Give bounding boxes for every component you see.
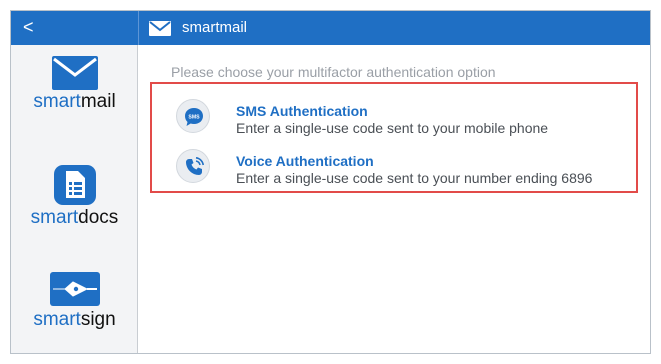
document-icon xyxy=(53,165,96,205)
sidebar-item-smartdocs[interactable]: smartdocs xyxy=(11,161,138,229)
sidebar: < smartmail smartdocs smartsign xyxy=(11,11,138,353)
sidebar-header: < xyxy=(11,11,138,45)
auth-options-highlight: SMS SMS Authentication Enter a single-us… xyxy=(150,82,638,193)
sidebar-item-label: smartmail xyxy=(33,91,116,112)
sms-bubble-icon: SMS xyxy=(176,99,210,133)
sidebar-item-smartsign[interactable]: smartsign xyxy=(11,271,138,331)
sms-authentication-title[interactable]: SMS Authentication xyxy=(236,103,368,119)
app-header: smartmail xyxy=(138,11,650,45)
phone-icon xyxy=(176,149,210,183)
sms-icon-text: SMS xyxy=(188,114,200,120)
instruction-text: Please choose your multifactor authentic… xyxy=(171,64,496,80)
envelope-icon xyxy=(51,56,98,90)
voice-authentication-description: Enter a single-use code sent to your num… xyxy=(236,170,593,186)
sidebar-item-smartmail[interactable]: smartmail xyxy=(11,55,138,113)
main-content: Please choose your multifactor authentic… xyxy=(138,45,650,353)
envelope-icon xyxy=(149,21,171,36)
sidebar-item-label: smartdocs xyxy=(30,207,119,228)
sms-authentication-description: Enter a single-use code sent to your mob… xyxy=(236,120,549,136)
voice-authentication-option[interactable]: Voice Authentication Enter a single-use … xyxy=(152,141,636,191)
back-button[interactable]: < xyxy=(23,16,34,38)
sms-authentication-option[interactable]: SMS SMS Authentication Enter a single-us… xyxy=(152,91,636,141)
app-window: < smartmail smartdocs smartsign smartmai… xyxy=(10,10,651,354)
page-title: smartmail xyxy=(182,19,248,36)
voice-authentication-title[interactable]: Voice Authentication xyxy=(236,153,374,169)
sidebar-item-label: smartsign xyxy=(33,309,116,330)
pen-nib-icon xyxy=(49,272,100,306)
